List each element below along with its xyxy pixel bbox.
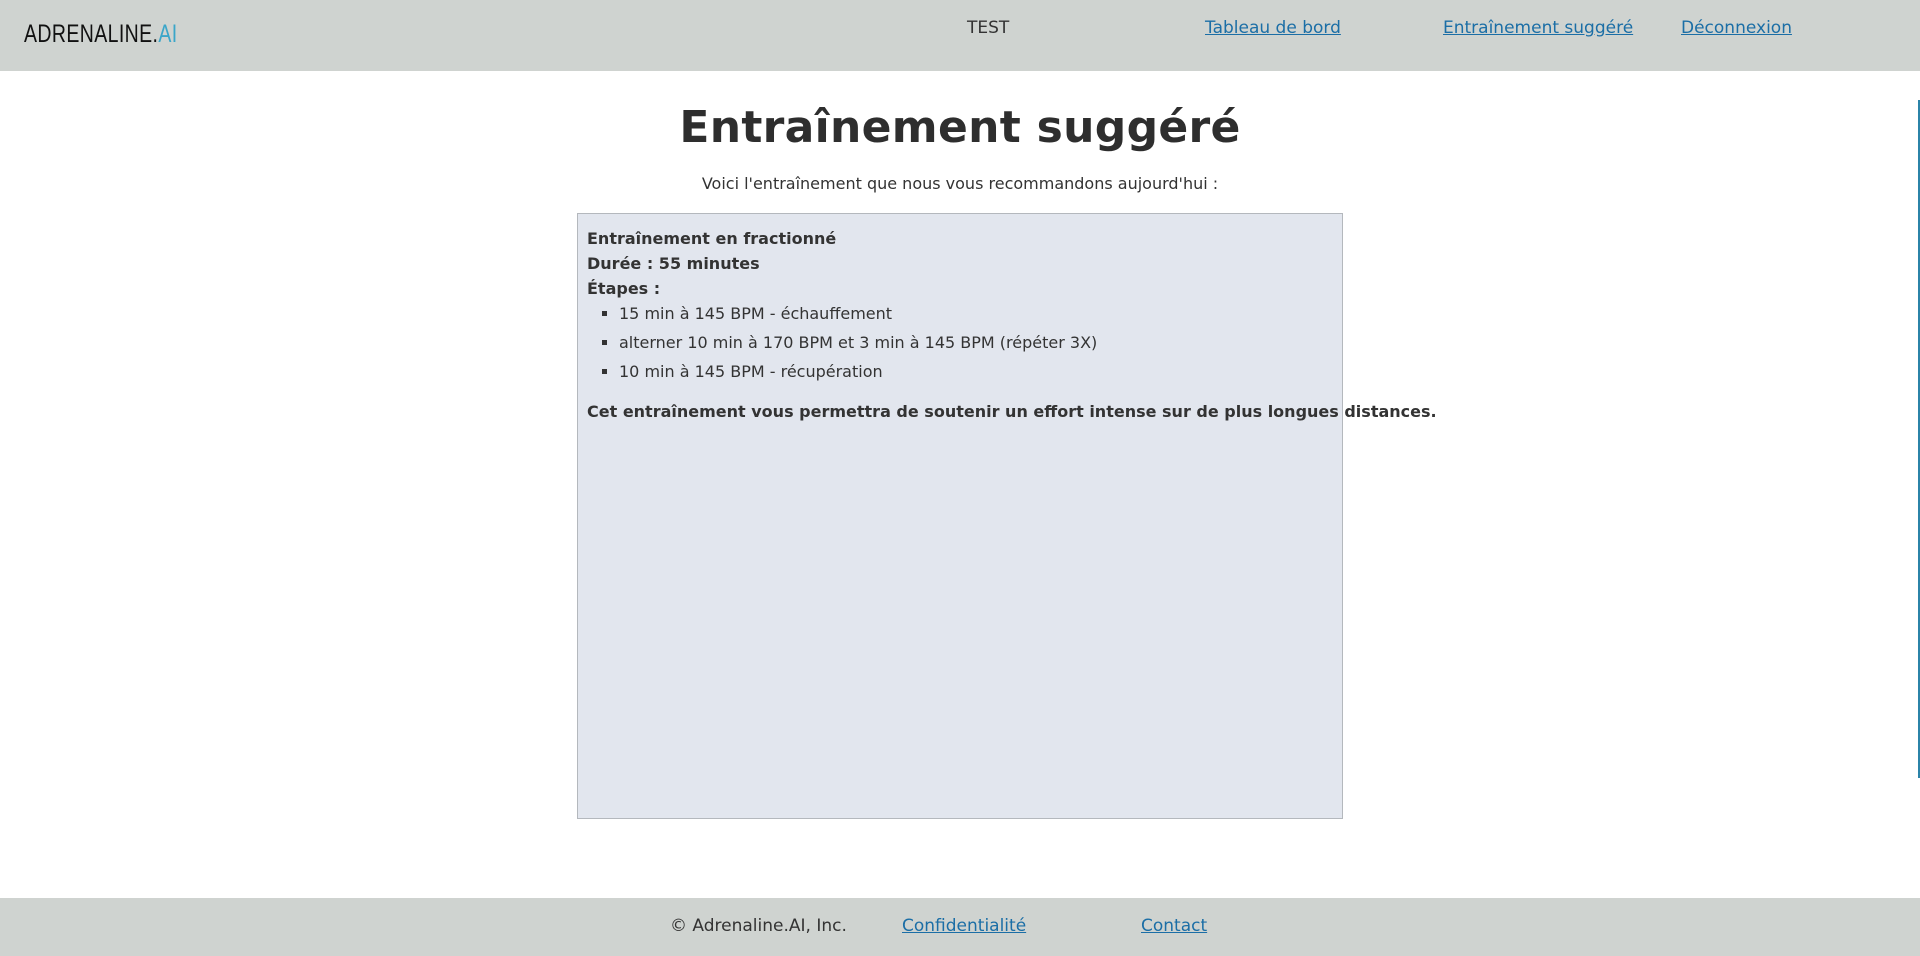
page: ADRENALINE.AI TEST Tableau de bord Entra… xyxy=(0,0,1920,956)
brand-logo[interactable]: ADRENALINE.AI xyxy=(24,20,178,49)
footer-link-privacy[interactable]: Confidentialité xyxy=(902,916,1026,936)
workout-step: 10 min à 145 BPM - récupération xyxy=(619,359,1333,384)
nav-link-suggested-training[interactable]: Entraînement suggéré xyxy=(1443,18,1633,38)
footer: © Adrenaline.AI, Inc. Confidentialité Co… xyxy=(0,898,1920,956)
workout-step: alterner 10 min à 170 BPM et 3 min à 145… xyxy=(619,330,1333,355)
page-title: Entraînement suggéré xyxy=(679,102,1241,153)
workout-step: 15 min à 145 BPM - échauffement xyxy=(619,301,1333,326)
top-navbar: ADRENALINE.AI TEST Tableau de bord Entra… xyxy=(0,0,1920,71)
page-subtitle: Voici l'entraînement que nous vous recom… xyxy=(701,174,1219,193)
workout-duration: Durée : 55 minutes xyxy=(587,254,760,273)
workout-outro: Cet entraînement vous permettra de soute… xyxy=(587,402,1437,421)
workout-card: Entraînement en fractionné Durée : 55 mi… xyxy=(577,213,1437,819)
nav-link-logout[interactable]: Déconnexion xyxy=(1681,18,1792,38)
copyright-text: © Adrenaline.AI, Inc. xyxy=(670,916,847,936)
workout-steps-list: 15 min à 145 BPM - échauffement alterner… xyxy=(619,301,1333,384)
workout-name: Entraînement en fractionné xyxy=(587,229,837,248)
user-name: TEST xyxy=(967,18,1010,38)
footer-link-contact[interactable]: Contact xyxy=(1141,916,1207,936)
logo-text: ADRENALINE. xyxy=(24,20,159,48)
workout-steps-label: Étapes : xyxy=(587,279,661,298)
nav-link-dashboard[interactable]: Tableau de bord xyxy=(1205,18,1341,38)
logo-accent-text: AI xyxy=(158,20,178,48)
